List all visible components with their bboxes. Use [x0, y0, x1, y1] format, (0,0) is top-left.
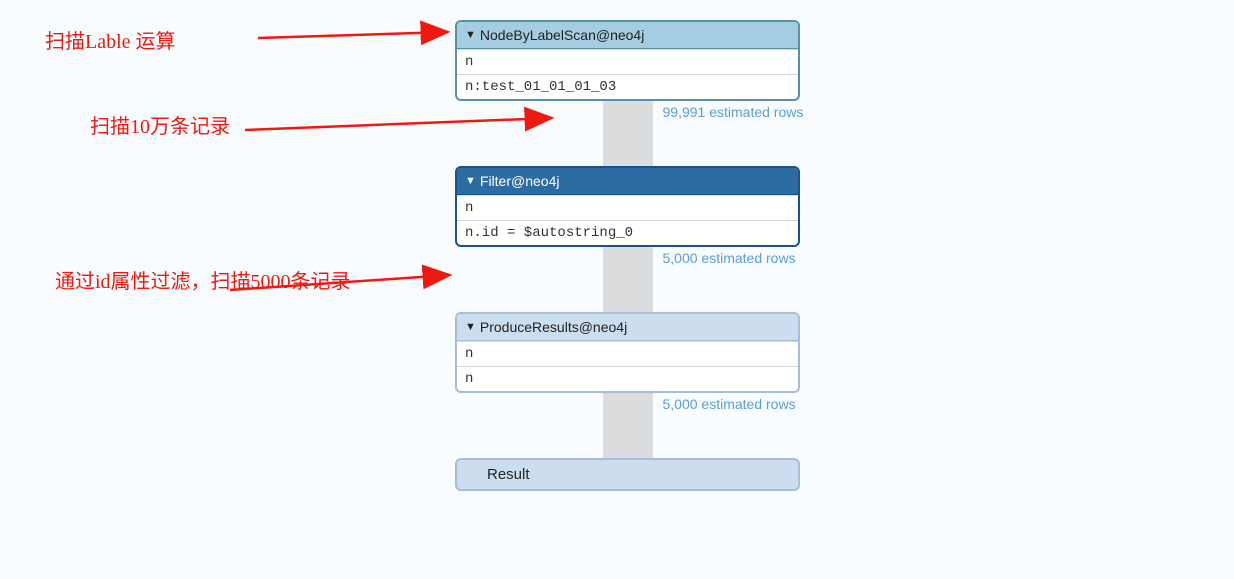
- plan-node-title: NodeByLabelScan@neo4j: [480, 27, 644, 43]
- plan-node-row: n:test_01_01_01_03: [457, 74, 798, 99]
- plan-node-title: Filter@neo4j: [480, 173, 560, 189]
- plan-node-header[interactable]: ▼ Filter@neo4j: [457, 168, 798, 195]
- annotation-scan-100k: 扫描10万条记录: [90, 110, 230, 139]
- plan-node-produceresults[interactable]: ▼ ProduceResults@neo4j n n: [455, 312, 800, 393]
- plan-result-label: Result: [487, 466, 530, 483]
- annotation-scan-label: 扫描Lable 运算: [45, 25, 176, 54]
- estimated-rows: 99,991 estimated rows: [663, 104, 804, 120]
- collapse-icon: ▼: [465, 30, 476, 41]
- plan-result[interactable]: Result: [455, 458, 800, 491]
- plan-node-row: n.id = $autostring_0: [457, 220, 798, 245]
- annotation-id-filter: 通过id属性过滤，扫描5000条记录: [55, 265, 351, 294]
- plan-node-header[interactable]: ▼ NodeByLabelScan@neo4j: [457, 22, 798, 49]
- plan-node-row: n: [457, 366, 798, 391]
- query-plan: ▼ NodeByLabelScan@neo4j n n:test_01_01_0…: [455, 20, 800, 491]
- plan-node-title: ProduceResults@neo4j: [480, 319, 627, 335]
- collapse-icon: ▼: [465, 176, 476, 187]
- plan-node-row: n: [457, 341, 798, 366]
- plan-connector: 5,000 estimated rows: [603, 393, 653, 458]
- plan-connector: 5,000 estimated rows: [603, 247, 653, 312]
- plan-node-header[interactable]: ▼ ProduceResults@neo4j: [457, 314, 798, 341]
- plan-connector: 99,991 estimated rows: [603, 101, 653, 166]
- estimated-rows: 5,000 estimated rows: [663, 396, 796, 412]
- estimated-rows: 5,000 estimated rows: [663, 250, 796, 266]
- plan-node-nodebylabelscan[interactable]: ▼ NodeByLabelScan@neo4j n n:test_01_01_0…: [455, 20, 800, 101]
- plan-node-row: n: [457, 195, 798, 220]
- collapse-icon: ▼: [465, 322, 476, 333]
- plan-node-filter[interactable]: ▼ Filter@neo4j n n.id = $autostring_0: [455, 166, 800, 247]
- plan-node-row: n: [457, 49, 798, 74]
